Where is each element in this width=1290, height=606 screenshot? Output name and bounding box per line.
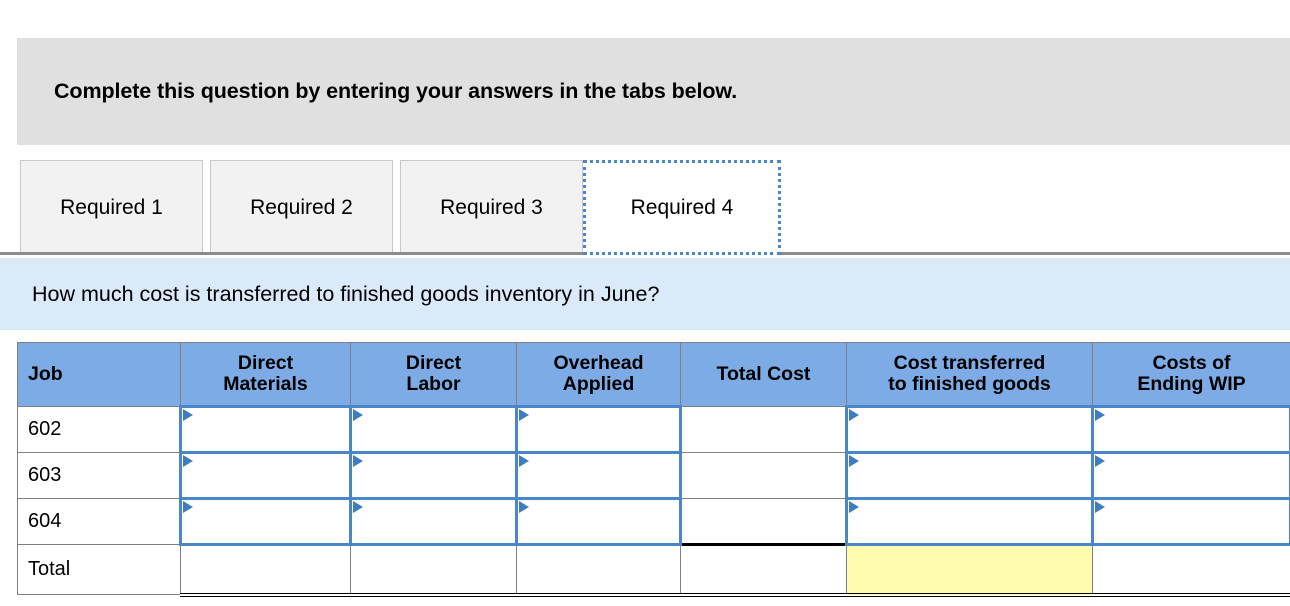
input-marker-triangle-icon <box>353 501 363 513</box>
calculated-cell <box>1092 543 1290 597</box>
input-cell[interactable] <box>179 405 352 454</box>
input-marker-triangle-icon <box>183 455 193 467</box>
instruction-banner: Complete this question by entering your … <box>17 38 1290 145</box>
question-bar: How much cost is transferred to finished… <box>0 258 1290 330</box>
column-header-6: Costs of Ending WIP <box>1092 342 1290 407</box>
table-row: 604 <box>17 497 1290 546</box>
tab-required-3[interactable]: Required 3 <box>400 160 583 255</box>
input-cell[interactable] <box>515 451 682 500</box>
tab-required-1[interactable]: Required 1 <box>20 160 203 255</box>
tab-label: Required 4 <box>630 195 734 219</box>
tab-label: Required 1 <box>60 196 163 219</box>
input-marker-triangle-icon <box>849 455 859 467</box>
input-marker-triangle-icon <box>353 409 363 421</box>
job-number-cell: 603 <box>17 452 181 499</box>
job-cost-worksheet: Job Direct Materials Direct Labor Overhead App… <box>17 342 1290 597</box>
input-marker-triangle-icon <box>183 501 193 513</box>
total-label-cell: Total <box>17 544 181 595</box>
column-header-2: Direct Labor <box>350 342 517 407</box>
table-row: 602 <box>17 405 1290 454</box>
input-marker-triangle-icon <box>1095 409 1105 421</box>
tab-strip: Required 1 Required 2 Required 3 Required 4 <box>0 160 1290 255</box>
input-marker-triangle-icon <box>519 455 529 467</box>
input-marker-triangle-icon <box>353 455 363 467</box>
worksheet-header: Job Direct Materials Direct Labor Overhead App… <box>17 342 1290 407</box>
input-cell[interactable] <box>845 497 1094 546</box>
calculated-cell <box>680 406 847 453</box>
input-cell[interactable] <box>1091 405 1290 454</box>
calculated-cell <box>516 543 681 597</box>
tab-required-4[interactable]: Required 4 <box>583 160 781 255</box>
input-cell[interactable] <box>179 497 352 546</box>
column-header-3: Overhead Applied <box>516 342 681 407</box>
question-text: How much cost is transferred to finished… <box>32 281 660 306</box>
input-cell[interactable] <box>349 451 518 500</box>
column-header-1: Direct Materials <box>180 342 351 407</box>
input-cell[interactable] <box>515 405 682 454</box>
tab-required-2[interactable]: Required 2 <box>210 160 393 255</box>
input-cell[interactable] <box>845 451 1094 500</box>
input-marker-triangle-icon <box>183 409 193 421</box>
answer-highlight-cell <box>846 543 1093 597</box>
instruction-text: Complete this question by entering your … <box>54 79 738 103</box>
tab-label: Required 3 <box>440 196 543 219</box>
column-header-0: Job <box>17 342 181 407</box>
input-cell[interactable] <box>1091 451 1290 500</box>
input-marker-triangle-icon <box>849 501 859 513</box>
worksheet-body: 602 603 604 Total <box>17 405 1290 597</box>
input-cell[interactable] <box>179 451 352 500</box>
input-cell[interactable] <box>349 497 518 546</box>
table-row: 603 <box>17 451 1290 500</box>
calculated-cell <box>180 543 351 597</box>
calculated-cell <box>350 543 517 597</box>
column-header-5: Cost transferred to finished goods <box>846 342 1093 407</box>
input-marker-triangle-icon <box>1095 455 1105 467</box>
input-marker-triangle-icon <box>519 409 529 421</box>
input-marker-triangle-icon <box>1095 501 1105 513</box>
input-cell[interactable] <box>349 405 518 454</box>
calculated-cell <box>680 498 847 545</box>
header-row: Job Direct Materials Direct Labor Overhead App… <box>17 342 1290 407</box>
job-number-cell: 604 <box>17 498 181 545</box>
column-header-4: Total Cost <box>680 342 847 407</box>
input-cell[interactable] <box>845 405 1094 454</box>
table-row-total: Total <box>17 543 1290 597</box>
input-marker-triangle-icon <box>519 501 529 513</box>
calculated-cell <box>680 543 847 597</box>
input-cell[interactable] <box>1091 497 1290 546</box>
input-marker-triangle-icon <box>849 409 859 421</box>
input-cell[interactable] <box>515 497 682 546</box>
calculated-cell <box>680 452 847 499</box>
job-number-cell: 602 <box>17 406 181 453</box>
tab-label: Required 2 <box>250 196 353 219</box>
